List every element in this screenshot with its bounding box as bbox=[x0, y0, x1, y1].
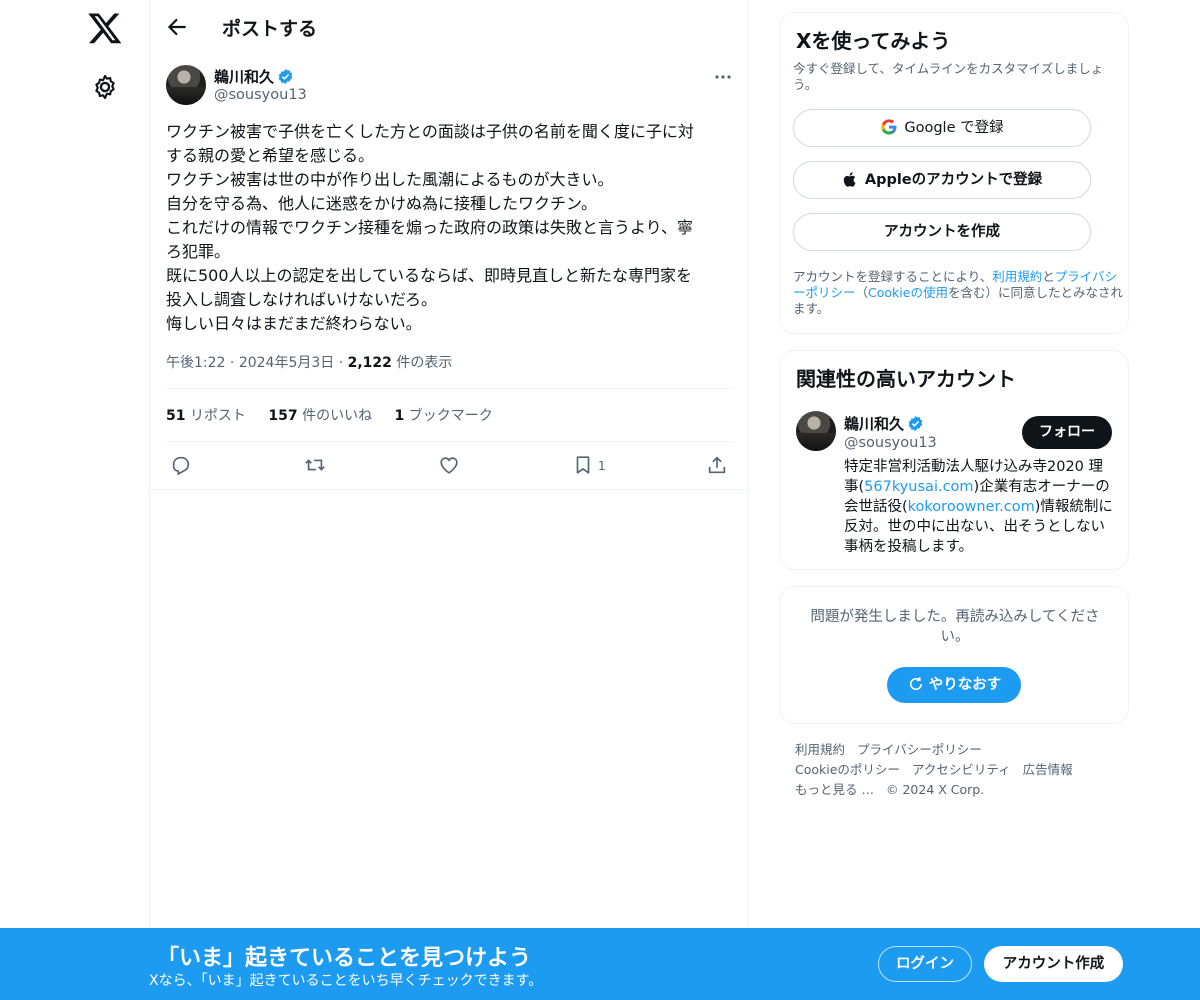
reposts-count: 51 bbox=[166, 408, 186, 424]
post-time[interactable]: 午後1:22 bbox=[166, 355, 225, 371]
signup-title: Xを使ってみよう bbox=[796, 29, 951, 53]
repost-icon[interactable] bbox=[304, 454, 326, 476]
views-count: 2,122 bbox=[347, 355, 392, 371]
page-title: ポストする bbox=[222, 18, 318, 40]
relevant-accounts-card: 関連性の高いアカウント 鵜川和久 @sousyou13 フォロー 特定非営利活動… bbox=[779, 350, 1129, 570]
post-line: する親の愛と希望を感じる。 bbox=[166, 146, 375, 165]
likes-stat[interactable]: 157 件のいいね bbox=[268, 408, 372, 424]
post-meta: 午後1:22 · 2024年5月3日 · 2,122 件の表示 bbox=[166, 352, 452, 372]
bookmarks-label: ブックマーク bbox=[408, 408, 493, 424]
create-account-button[interactable]: アカウントを作成 bbox=[793, 213, 1091, 251]
post-stats: 51 リポスト 157 件のいいね 1 ブックマーク bbox=[166, 405, 511, 425]
signup-subtitle: 今すぐ登録して、タイムラインをカスタマイズしましょう。 bbox=[793, 61, 1104, 92]
terms-link[interactable]: 利用規約 bbox=[992, 269, 1042, 284]
bio-link[interactable]: 567kyusai.com bbox=[864, 479, 973, 495]
divider bbox=[166, 388, 734, 389]
author-name-text: 鵜川和久 bbox=[214, 68, 275, 86]
post-line: 既に500人以上の認定を出しているならば、即時見直しと新たな専門家を bbox=[166, 266, 693, 285]
copyright: © 2024 X Corp. bbox=[885, 782, 985, 797]
bio-link[interactable]: kokoroowner.com bbox=[908, 499, 1035, 515]
retry-label: やりなおす bbox=[928, 677, 1002, 693]
apple-signup-label: Appleのアカウントで登録 bbox=[864, 172, 1043, 188]
author-name[interactable]: 鵜川和久 bbox=[214, 66, 294, 87]
retry-button[interactable]: やりなおす bbox=[887, 667, 1021, 703]
relevant-account-name-text: 鵜川和久 bbox=[844, 415, 905, 433]
post-line: 悔しい日々はまだまだ終わらない。 bbox=[166, 314, 422, 333]
post-line: ワクチン被害は世の中が作り出した風潮によるものが大きい。 bbox=[166, 170, 614, 189]
create-account-bottom-button[interactable]: アカウント作成 bbox=[984, 946, 1123, 982]
error-card: 問題が発生しました。再読み込みしてください。 やりなおす bbox=[779, 586, 1129, 724]
legal-text: と bbox=[1042, 269, 1055, 284]
gear-icon[interactable] bbox=[91, 73, 119, 101]
more-icon[interactable] bbox=[712, 70, 734, 84]
footer-links: 利用規約 プライバシーポリシー Cookieのポリシー アクセシビリティ 広告情報 も… bbox=[795, 740, 1125, 800]
footer-link-terms[interactable]: 利用規約 bbox=[795, 742, 845, 757]
avatar[interactable] bbox=[796, 411, 836, 451]
post-line: これだけの情報でワクチン接種を煽った政府の政策は失敗と言うより、寧 bbox=[166, 218, 694, 237]
bookmarks-count: 1 bbox=[394, 408, 405, 424]
divider bbox=[150, 489, 748, 490]
footer-link-ads[interactable]: 広告情報 bbox=[1023, 762, 1073, 777]
create-account-label: アカウントを作成 bbox=[884, 224, 1000, 240]
footer-link-more[interactable]: もっと見る … bbox=[795, 782, 874, 797]
bookmark-icon[interactable] bbox=[572, 454, 594, 476]
reposts-stat[interactable]: 51 リポスト bbox=[166, 408, 246, 424]
bottom-bar-subtitle: Xなら、「いま」起きていることをいち早くチェックできます。 bbox=[149, 973, 543, 989]
reply-icon[interactable] bbox=[170, 454, 192, 476]
post-text: ワクチン被害で子供を亡くした方との面談は子供の名前を聞く度に子に対 する親の愛と… bbox=[166, 120, 732, 336]
verified-badge-icon bbox=[908, 416, 923, 431]
author-handle[interactable]: @sousyou13 bbox=[214, 87, 307, 103]
reposts-label: リポスト bbox=[189, 408, 246, 424]
post-line: 自分を守る為、他人に迷惑をかけぬ為に接種したワクチン。 bbox=[166, 194, 598, 213]
likes-count: 157 bbox=[268, 408, 298, 424]
cookie-link[interactable]: Cookieの使用 bbox=[868, 285, 948, 300]
refresh-icon bbox=[909, 677, 922, 691]
footer-link-accessibility[interactable]: アクセシビリティ bbox=[912, 762, 1011, 777]
views-label: 件の表示 bbox=[396, 355, 453, 371]
signup-card: Xを使ってみよう 今すぐ登録して、タイムラインをカスタマイズしましょう。 Goo… bbox=[779, 12, 1129, 334]
x-logo-icon[interactable] bbox=[87, 10, 123, 46]
google-signup-button[interactable]: Google で登録 bbox=[793, 109, 1091, 147]
left-nav bbox=[0, 0, 150, 1000]
relevant-title: 関連性の高いアカウント bbox=[796, 367, 1016, 391]
error-message: 問題が発生しました。再読み込みしてください。 bbox=[810, 609, 1100, 645]
google-icon bbox=[881, 119, 897, 135]
footer-link-cookie[interactable]: Cookieのポリシー bbox=[795, 762, 900, 777]
likes-label: 件のいいね bbox=[302, 408, 373, 424]
like-icon[interactable] bbox=[438, 454, 460, 476]
relevant-account-name[interactable]: 鵜川和久 bbox=[844, 413, 924, 434]
bookmark-action-count: 1 bbox=[598, 459, 606, 473]
login-button[interactable]: ログイン bbox=[878, 946, 972, 982]
post-line: ろ犯罪。 bbox=[166, 242, 231, 261]
action-bar: 1 bbox=[150, 448, 748, 484]
main-column: ポストする 鵜川和久 @sousyou13 ワクチン被害で子供を亡くした方との面… bbox=[149, 0, 749, 1000]
share-icon[interactable] bbox=[706, 454, 728, 476]
apple-signup-button[interactable]: Appleのアカウントで登録 bbox=[793, 161, 1091, 199]
bottom-signup-bar: 「いま」起きていることを見つけよう Xなら、「いま」起きていることをいち早くチェ… bbox=[0, 928, 1200, 1000]
top-bar: ポストする bbox=[150, 0, 748, 53]
apple-icon bbox=[843, 172, 856, 187]
footer-link-privacy[interactable]: プライバシーポリシー bbox=[857, 742, 982, 757]
post-line: 投入し調査しなければいけないだろ。 bbox=[166, 290, 438, 309]
legal-text: アカウントを登録することにより、 bbox=[793, 269, 993, 284]
follow-button[interactable]: フォロー bbox=[1022, 416, 1112, 449]
bookmarks-stat[interactable]: 1 ブックマーク bbox=[395, 408, 493, 424]
meta-separator: · bbox=[229, 355, 235, 371]
avatar[interactable] bbox=[166, 65, 206, 105]
divider bbox=[166, 441, 734, 442]
post-date[interactable]: 2024年5月3日 bbox=[239, 355, 334, 371]
back-arrow-icon[interactable] bbox=[164, 14, 190, 40]
relevant-account-handle[interactable]: @sousyou13 bbox=[844, 435, 937, 451]
relevant-account-bio: 特定非営利活動法人駆け込み寺2020 理事(567kyusai.com)企業有志… bbox=[844, 457, 1114, 557]
verified-badge-icon bbox=[278, 69, 293, 84]
bottom-bar-title: 「いま」起きていることを見つけよう bbox=[157, 946, 532, 971]
meta-separator: · bbox=[338, 355, 344, 371]
signup-legal-text: アカウントを登録することにより、利用規約とプライバシーポリシー（Cookieの使… bbox=[793, 269, 1123, 317]
google-signup-label: Google で登録 bbox=[904, 120, 1004, 136]
legal-text: （ bbox=[855, 285, 869, 300]
post-line: ワクチン被害で子供を亡くした方との面談は子供の名前を聞く度に子に対 bbox=[166, 122, 694, 141]
